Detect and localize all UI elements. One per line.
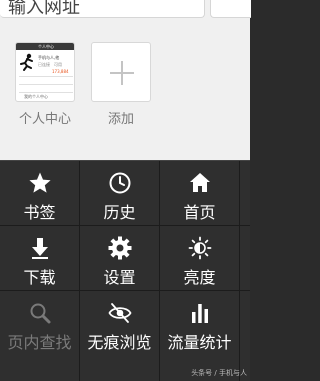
menu-item-label: 流量统计 <box>167 333 232 352</box>
download-icon <box>28 236 52 260</box>
speed-dial-area: 输入网址 个人中心 手机与人,他 已连接 可用 173,884 我的个人中心 个… <box>0 0 251 160</box>
menu-item-label: 书签 <box>23 203 56 222</box>
thumbnail-line-3: 可用 <box>54 62 62 67</box>
menu-item-bookmarks[interactable]: 书签 <box>0 161 80 226</box>
eye-slash-icon <box>107 301 132 325</box>
speed-dial-personal-center[interactable]: 个人中心 手机与人,他 已连接 可用 173,884 我的个人中心 个人中心 <box>15 42 75 127</box>
menu-item-brightness[interactable]: 亮度 <box>160 226 240 291</box>
thumbnail-divider <box>19 92 73 93</box>
speed-dial-label: 个人中心 <box>18 112 71 127</box>
menu-item-find-in-page[interactable]: 页内查找 <box>0 291 80 381</box>
thumbnail-header-text: 个人中心 <box>38 44 54 49</box>
runner-icon <box>20 53 33 71</box>
add-tile <box>91 42 151 102</box>
menu-item-label: 设置 <box>103 268 136 287</box>
thumbnail-line-2: 已连接 <box>38 62 50 67</box>
menu-item-label: 页内查找 <box>7 333 72 352</box>
speed-dial-label: 添加 <box>107 112 134 127</box>
address-bar-action-button[interactable] <box>210 0 251 18</box>
sun-icon <box>188 236 212 260</box>
thumbnail-footer: 我的个人中心 <box>24 94 48 99</box>
menu-item-label: 首页 <box>183 203 216 222</box>
menu-item-label: 历史 <box>103 203 136 222</box>
thumbnail-divider <box>19 84 73 85</box>
search-icon <box>28 301 52 325</box>
thumbnail-header: 个人中心 <box>16 43 74 50</box>
menu-item-history[interactable]: 历史 <box>80 161 160 226</box>
menu-item-label: 亮度 <box>183 268 216 287</box>
menu-item-settings[interactable]: 设置 <box>80 226 160 291</box>
menu-page-edge <box>240 226 250 291</box>
browser-menu: 书签 历史 首页 下载 设置 亮度 页内查找 无痕浏览 流量统计 头条号 / 手… <box>0 160 250 381</box>
personal-center-thumbnail: 个人中心 手机与人,他 已连接 可用 173,884 我的个人中心 <box>15 42 75 102</box>
address-bar-placeholder: 输入网址 <box>8 0 80 18</box>
menu-item-label: 无痕浏览 <box>87 333 152 352</box>
menu-item-downloads[interactable]: 下载 <box>0 226 80 291</box>
thumbnail-value: 173,884 <box>52 69 69 74</box>
menu-item-home[interactable]: 首页 <box>160 161 240 226</box>
thumbnail-divider <box>19 76 73 77</box>
speed-dial-add[interactable]: 添加 <box>91 42 151 127</box>
thumbnail-line-1: 手机与人,他 <box>38 55 60 60</box>
menu-item-label: 下载 <box>23 268 56 287</box>
watermark: 头条号 / 手机与人 <box>191 369 247 377</box>
star-icon <box>28 171 52 195</box>
clock-icon <box>108 171 132 195</box>
gear-icon <box>108 236 132 260</box>
menu-page-edge <box>240 161 250 226</box>
bar-chart-icon <box>188 301 212 325</box>
home-icon <box>188 171 212 195</box>
address-bar[interactable]: 输入网址 <box>0 0 205 18</box>
menu-item-incognito[interactable]: 无痕浏览 <box>80 291 160 381</box>
